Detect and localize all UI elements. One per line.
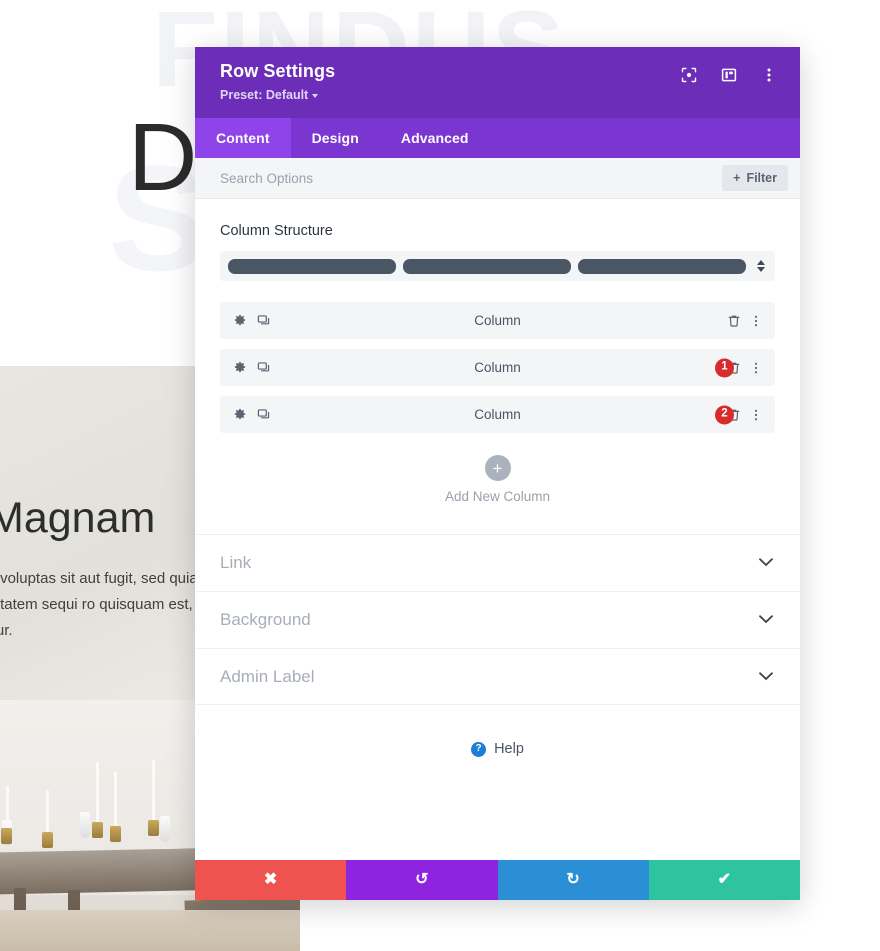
- photo-candle: [114, 772, 117, 826]
- row-right-actions: 2: [715, 405, 763, 424]
- row-right-actions: [727, 314, 763, 328]
- chevron-down-icon: [757, 267, 765, 272]
- add-new-column-label: Add New Column: [444, 489, 551, 504]
- row-label: Column: [474, 407, 521, 422]
- structure-bar: [403, 258, 571, 274]
- photo-candle: [152, 760, 155, 826]
- close-icon: ✖: [263, 871, 278, 888]
- row-label: Column: [474, 360, 521, 375]
- search-input[interactable]: [220, 170, 723, 186]
- gear-icon[interactable]: [233, 361, 247, 375]
- save-button[interactable]: ✔: [648, 860, 800, 900]
- photo-candle: [6, 786, 9, 832]
- photo-candle: [96, 762, 99, 824]
- modal-footer: ✖ ↺ ↻ ✔: [195, 860, 800, 900]
- photo-candle-holder: [92, 822, 103, 838]
- trash-icon[interactable]: [727, 314, 741, 328]
- photo-floor: [0, 910, 300, 951]
- gear-icon[interactable]: [233, 408, 247, 422]
- redo-icon: ↻: [566, 871, 580, 888]
- focus-icon[interactable]: [680, 66, 698, 84]
- photo-candle: [46, 790, 49, 834]
- chevron-down-icon: [759, 668, 773, 686]
- status-badge: 1: [715, 358, 734, 377]
- left-panel-eyebrow: E: [0, 461, 1, 473]
- accordion-label: Link: [220, 553, 252, 572]
- column-structure-label: Column Structure: [220, 223, 333, 239]
- modal-header-icons: [680, 66, 778, 84]
- help-label: Help: [494, 741, 524, 757]
- left-panel-title: Magnam: [0, 494, 156, 542]
- more-vertical-icon[interactable]: [749, 408, 763, 422]
- check-icon: ✔: [717, 871, 732, 888]
- tab-design[interactable]: Design: [291, 118, 380, 158]
- redo-button[interactable]: ↻: [497, 860, 649, 900]
- modal-tabs: Content Design Advanced: [195, 118, 800, 158]
- tab-content[interactable]: Content: [195, 118, 291, 158]
- duplicate-icon[interactable]: [257, 408, 271, 422]
- more-vertical-icon[interactable]: [760, 66, 778, 84]
- duplicate-icon[interactable]: [257, 314, 271, 328]
- chevron-down-icon: [759, 611, 773, 629]
- photo-candle-holder: [148, 820, 159, 836]
- structure-stepper[interactable]: [753, 260, 769, 272]
- help-button[interactable]: ? Help: [195, 741, 800, 757]
- structure-bar: [578, 258, 746, 274]
- photo-glass: [80, 812, 90, 838]
- duplicate-icon[interactable]: [257, 361, 271, 375]
- photo-candle-holder: [110, 826, 121, 842]
- column-structure-picker[interactable]: [220, 251, 775, 281]
- row-left-actions: [233, 361, 271, 375]
- structure-bar: [228, 258, 396, 274]
- filter-button[interactable]: + Filter: [722, 165, 788, 191]
- undo-icon: ↺: [415, 871, 429, 888]
- photo-candle-holder: [42, 832, 53, 848]
- add-new-column-button[interactable]: + Add New Column: [195, 455, 800, 504]
- row-left-actions: [233, 314, 271, 328]
- more-vertical-icon[interactable]: [749, 314, 763, 328]
- help-icon: ?: [471, 741, 487, 757]
- table-row[interactable]: Column 2: [220, 396, 775, 433]
- more-vertical-icon[interactable]: [749, 361, 763, 375]
- chevron-down-icon: [312, 93, 319, 98]
- accordion-link[interactable]: Link: [195, 534, 800, 591]
- table-row[interactable]: Column: [220, 302, 775, 339]
- status-badge: 2: [715, 405, 734, 424]
- row-right-actions: 1: [715, 358, 763, 377]
- accordion-background[interactable]: Background: [195, 591, 800, 648]
- chevron-up-icon: [757, 260, 765, 265]
- preset-selector[interactable]: Preset: Default: [220, 87, 319, 102]
- accordion-admin-label[interactable]: Admin Label: [195, 648, 800, 705]
- table-row[interactable]: Column 1: [220, 349, 775, 386]
- plus-icon: +: [484, 455, 511, 481]
- modal-header: Row Settings Preset: Default: [195, 47, 800, 118]
- column-list: Column Column 1 Column 2: [195, 281, 800, 433]
- gear-icon[interactable]: [233, 314, 247, 328]
- plus-icon: +: [733, 171, 741, 185]
- photo-glass: [160, 816, 170, 842]
- accordion-label: Admin Label: [220, 666, 315, 686]
- undo-button[interactable]: ↺: [346, 860, 498, 900]
- preset-label: Preset: Default: [220, 87, 309, 102]
- search-row: + Filter: [195, 158, 800, 199]
- accordion-label: Background: [220, 610, 311, 629]
- cancel-button[interactable]: ✖: [195, 860, 347, 900]
- filter-button-label: Filter: [746, 171, 777, 185]
- modal-body: Column Structure Column Column 1 Column …: [195, 199, 800, 860]
- row-settings-modal: Row Settings Preset: Default Content Des…: [195, 47, 800, 900]
- row-label: Column: [474, 313, 521, 328]
- chevron-down-icon: [759, 554, 773, 572]
- photo-candle-holder: [1, 828, 12, 844]
- accordion-list: Link Background Admin Label: [195, 534, 800, 705]
- column-structure-section: Column Structure: [195, 199, 800, 281]
- layout-panel-icon[interactable]: [720, 66, 738, 84]
- tab-advanced[interactable]: Advanced: [380, 118, 490, 158]
- row-left-actions: [233, 408, 271, 422]
